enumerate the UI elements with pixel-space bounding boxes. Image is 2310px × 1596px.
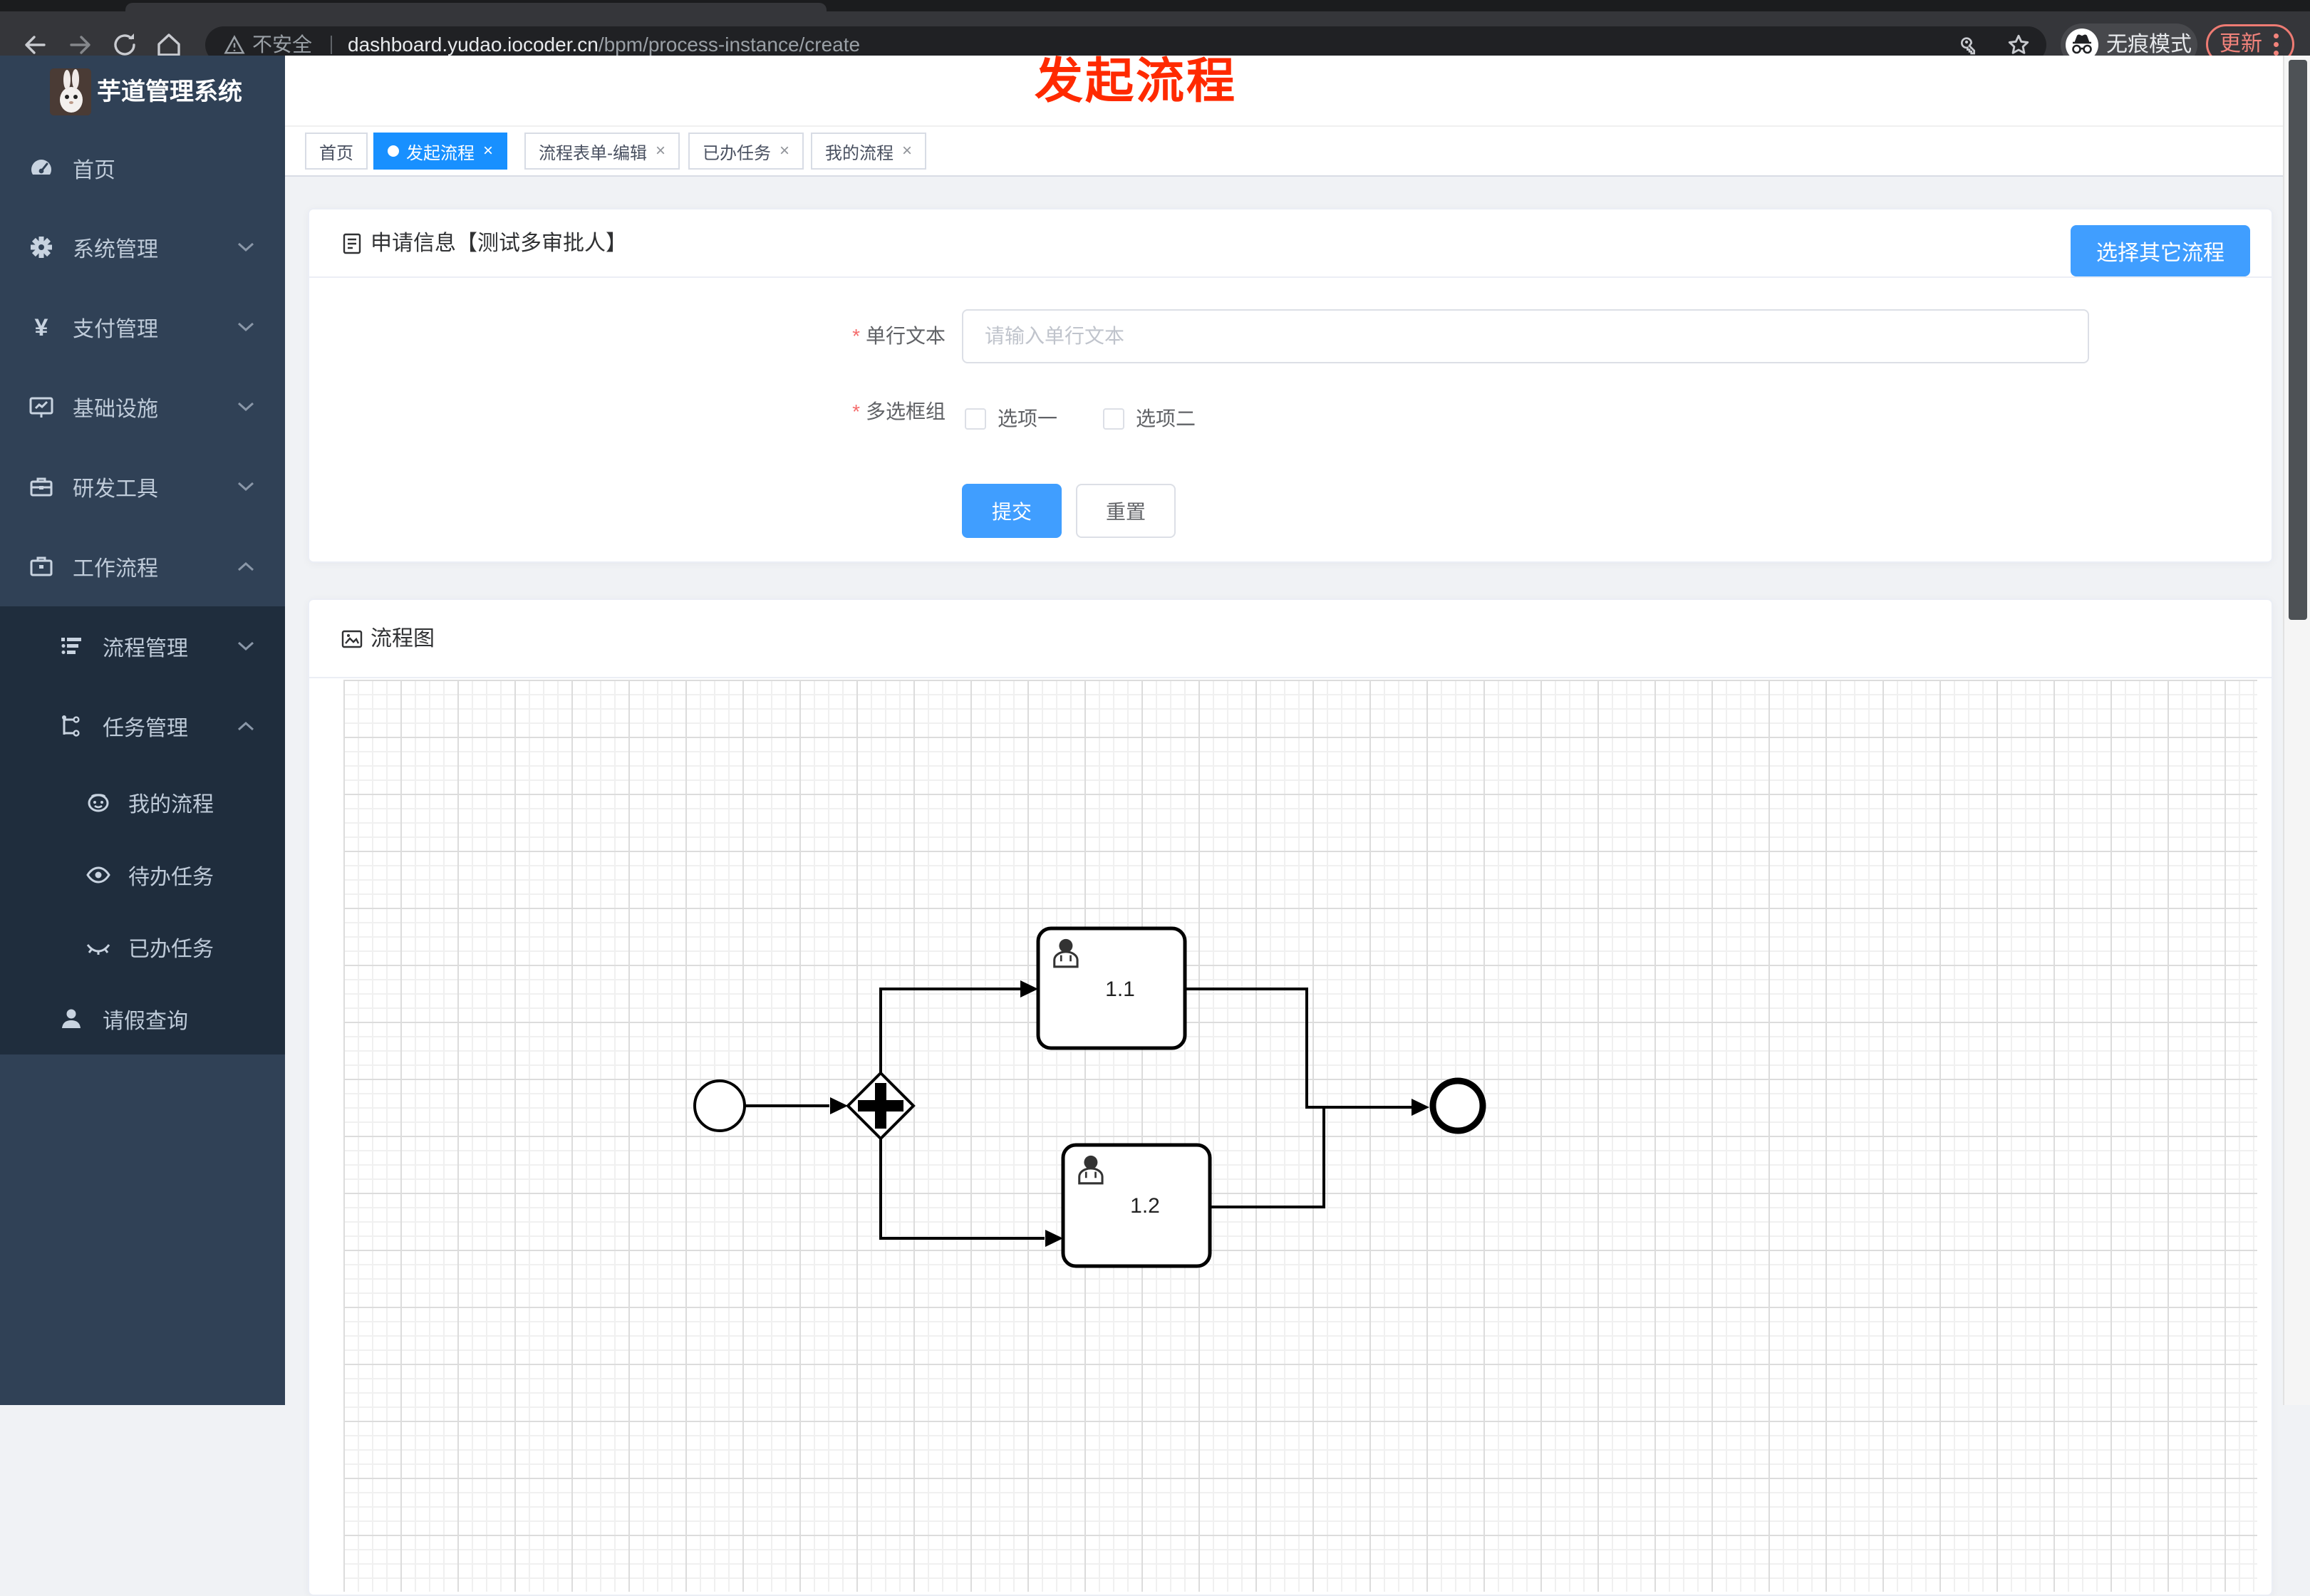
sidebar-item-system[interactable]: 系统管理 [0,207,285,287]
chevron-down-icon [237,641,254,651]
sidebar-item-payment[interactable]: ¥ 支付管理 [0,287,285,367]
checkbox-option-1-label[interactable]: 选项一 [998,399,1057,439]
picture-icon [341,630,363,648]
chevron-down-icon [237,322,254,332]
scrollbar-track[interactable] [2283,56,2310,1405]
bpmn-sequence-flow [879,1139,1045,1240]
single-line-text-input[interactable] [962,309,2089,363]
close-icon[interactable]: × [483,142,493,160]
checkbox-option-2-label[interactable]: 选项二 [1136,399,1196,439]
required-mark: * [852,325,860,347]
bookmark-star-icon[interactable] [2006,33,2031,57]
svg-text:¥: ¥ [35,314,48,340]
sidebar-item-leave-query[interactable]: 请假查询 [0,983,285,1054]
eye-closed-icon [86,943,110,955]
sidebar-item-process-mgmt[interactable]: 流程管理 [0,606,285,686]
tag-done-tasks[interactable]: 已办任务 × [688,133,804,170]
sidebar-item-todo-tasks[interactable]: 待办任务 [0,839,285,911]
sidebar-item-my-process[interactable]: 我的流程 [0,766,285,839]
tag-form-edit[interactable]: 流程表单-编辑 × [524,133,680,170]
chevron-down-icon [237,242,254,252]
close-icon[interactable]: × [656,142,665,160]
app-title[interactable]: 芋道管理系统 [97,68,242,115]
dashboard-icon [31,160,51,175]
url-path: /bpm/process-instance/create [598,33,861,56]
bpmn-sequence-flow [879,988,1021,1073]
chevron-up-icon [237,561,254,571]
logo-avatar[interactable] [50,68,91,115]
gear-icon [31,237,52,258]
apply-info-card: 申请信息【测试多审批人】 选择其它流程 *单行文本 *多选框组 选项一 选项二 … [308,208,2273,563]
toolbox-icon [30,477,53,497]
password-key-icon[interactable] [1958,33,1981,56]
main-content: 申请信息【测试多审批人】 选择其它流程 *单行文本 *多选框组 选项一 选项二 … [285,177,2310,1596]
bpmn-end-event[interactable] [1429,1077,1486,1134]
bpmn-sequence-flow [1210,1107,1325,1208]
sidebar-item-task-mgmt[interactable]: 任务管理 [0,686,285,766]
annotation-overlay-text: 发起流程 [1035,54,1238,108]
card-title: 流程图 [371,627,435,651]
sidebar: 芋道管理系统 首页 系统管理 ¥ 支付管理 基础设施 研发工具 工作流程 流程管… [0,56,285,1405]
chevron-down-icon [237,402,254,412]
checkbox-group-label: * 多选框组 [852,400,946,423]
chevron-up-icon [237,721,254,731]
flow-diagram-card: 流程图 1.1 1.2 [308,598,2273,1596]
bpmn-canvas[interactable]: 1.1 1.2 [343,680,2257,1592]
close-icon[interactable]: × [780,142,789,160]
monitor-icon [29,397,53,418]
close-icon[interactable]: × [902,142,912,160]
sidebar-item-workflow[interactable]: 工作流程 [0,527,285,606]
tag-my-process[interactable]: 我的流程 × [811,133,927,170]
divider [331,36,332,54]
url-host: dashboard.yudao.iocoder.cn [348,33,599,56]
task-label: 1.1 [1105,978,1135,1001]
briefcase-icon [30,556,53,576]
arrowhead [830,1097,848,1114]
active-dot [388,145,399,157]
text-field-label: * 单行文本 [852,325,946,347]
checkbox-option-1[interactable] [965,408,986,430]
card-header: 流程图 [309,600,2272,678]
card-header: 申请信息【测试多审批人】 选择其它流程 [309,209,2272,278]
bpmn-start-event[interactable] [693,1079,746,1132]
tag-home[interactable]: 首页 [305,133,368,170]
not-secure-icon [224,35,245,54]
checkbox-option-2[interactable] [1103,408,1124,430]
eye-open-icon [86,866,110,884]
workflow-submenu: 流程管理 任务管理 我的流程 待办任务 已办任务 请假查询 [0,606,285,1054]
user-icon [62,1009,81,1028]
tag-start-process[interactable]: 发起流程 × [373,133,508,170]
scrollbar-thumb[interactable] [2289,60,2307,620]
arrowhead [1045,1230,1063,1247]
browser-menu-icon [2274,51,2279,56]
choose-other-process-button[interactable]: 选择其它流程 [2071,225,2250,276]
task-label: 1.2 [1130,1194,1160,1218]
sidebar-item-devtools[interactable]: 研发工具 [0,447,285,527]
arrowhead [1020,980,1038,998]
chevron-down-icon [237,482,254,492]
required-mark: * [852,400,860,423]
sidebar-item-home[interactable]: 首页 [0,128,285,208]
yen-icon: ¥ [35,314,48,340]
browser-menu-icon[interactable] [2274,33,2279,38]
card-title: 申请信息【测试多审批人】 [371,232,627,255]
sidebar-item-infra[interactable]: 基础设施 [0,367,285,447]
smiley-icon [88,794,109,812]
screen: 不安全 dashboard.yudao.iocoder.cn/bpm/proce… [0,0,2310,1596]
sidebar-item-done-tasks[interactable]: 已办任务 [0,911,285,983]
submit-button[interactable]: 提交 [962,484,1062,538]
reset-button[interactable]: 重置 [1076,484,1176,538]
browser-tab[interactable] [125,3,827,11]
document-icon [343,233,361,254]
bpmn-diagram: 1.1 1.2 [693,926,1486,1268]
org-share-icon [62,715,80,737]
browser-menu-icon [2274,42,2279,47]
browser-tabstrip [0,0,2310,11]
page-header: 首页 / 发起流程 ? tT [285,56,2310,162]
bpmn-sequence-flow [1185,988,1412,1109]
tags-view-bar: 首页 发起流程 × 流程表单-编辑 × 已办任务 × 我的流程 × [285,127,2310,177]
arrowhead [1412,1099,1429,1116]
gateway-plus [875,1083,886,1129]
list-tree-icon [61,638,81,654]
